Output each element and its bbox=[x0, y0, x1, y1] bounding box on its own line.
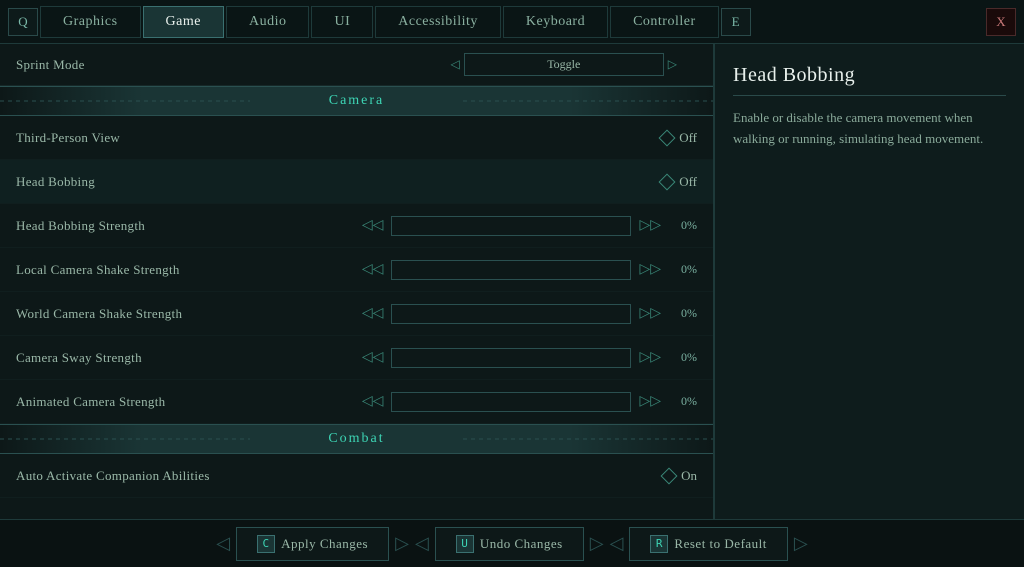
slider-fill-2 bbox=[392, 261, 630, 279]
reset-to-default-button[interactable]: R Reset to Default bbox=[629, 527, 787, 561]
slider-right-arrow-3[interactable]: ▷▷ bbox=[635, 305, 665, 322]
undo-label: Undo Changes bbox=[480, 536, 563, 552]
head-bobbing-strength-label: Head Bobbing Strength bbox=[16, 218, 236, 234]
camera-section-header: Camera bbox=[0, 86, 713, 116]
slider-left-arrow-3[interactable]: ◁◁ bbox=[358, 305, 388, 322]
sprint-mode-label: Sprint Mode bbox=[16, 57, 236, 73]
slider-fill bbox=[392, 217, 630, 235]
local-camera-shake-slider[interactable]: ◁◁ ▷▷ 0% bbox=[358, 260, 697, 280]
tab-audio[interactable]: Audio bbox=[226, 6, 310, 38]
world-camera-shake-row: World Camera Shake Strength ◁◁ ▷▷ 0% bbox=[0, 292, 713, 336]
world-camera-shake-slider[interactable]: ◁◁ ▷▷ 0% bbox=[358, 304, 697, 324]
animated-camera-value: 0% bbox=[669, 394, 697, 409]
sprint-mode-row: Sprint Mode ◁ Toggle ▷ bbox=[0, 44, 713, 86]
sprint-mode-control[interactable]: ◁ Toggle ▷ bbox=[451, 53, 677, 76]
sprint-mode-value: Toggle bbox=[464, 53, 664, 76]
reset-label: Reset to Default bbox=[674, 536, 766, 552]
third-person-view-value: Off bbox=[679, 130, 697, 146]
animated-camera-row: Animated Camera Strength ◁◁ ▷▷ 0% bbox=[0, 380, 713, 424]
third-person-view-label: Third-Person View bbox=[16, 130, 236, 146]
nav-corner-left[interactable]: Q bbox=[8, 8, 38, 36]
diamond-icon bbox=[659, 129, 676, 146]
nav-corner-right[interactable]: E bbox=[721, 8, 751, 36]
sep-right-1: ▷ bbox=[395, 533, 409, 554]
apply-key: C bbox=[257, 535, 275, 553]
animated-camera-label: Animated Camera Strength bbox=[16, 394, 236, 410]
sep-right-3: ▷ bbox=[794, 533, 808, 554]
slider-left-arrow-4[interactable]: ◁◁ bbox=[358, 349, 388, 366]
local-camera-shake-row: Local Camera Shake Strength ◁◁ ▷▷ 0% bbox=[0, 248, 713, 292]
slider-left-arrow-5[interactable]: ◁◁ bbox=[358, 393, 388, 410]
diamond-icon-3 bbox=[661, 467, 678, 484]
tab-ui[interactable]: UI bbox=[311, 6, 373, 38]
auto-companion-label: Auto Activate Companion Abilities bbox=[16, 468, 236, 484]
head-bobbing-row[interactable]: Head Bobbing Off bbox=[0, 160, 713, 204]
sprint-arrow-right[interactable]: ▷ bbox=[668, 57, 677, 72]
main-layout: Sprint Mode ◁ Toggle ▷ Camera Third-Pers… bbox=[0, 44, 1024, 519]
apply-changes-button[interactable]: C Apply Changes bbox=[236, 527, 389, 561]
head-bobbing-value: Off bbox=[679, 174, 697, 190]
tab-controller[interactable]: Controller bbox=[610, 6, 719, 38]
local-camera-shake-value: 0% bbox=[669, 262, 697, 277]
tab-graphics[interactable]: Graphics bbox=[40, 6, 141, 38]
auto-companion-toggle[interactable]: On bbox=[663, 468, 697, 484]
undo-key: U bbox=[456, 535, 474, 553]
tab-keyboard[interactable]: Keyboard bbox=[503, 6, 608, 38]
slider-track-2[interactable] bbox=[391, 260, 631, 280]
camera-sway-value: 0% bbox=[669, 350, 697, 365]
auto-companion-value: On bbox=[681, 468, 697, 484]
combat-section-header: Combat bbox=[0, 424, 713, 454]
slider-track-5[interactable] bbox=[391, 392, 631, 412]
slider-track-3[interactable] bbox=[391, 304, 631, 324]
slider-right-arrow-4[interactable]: ▷▷ bbox=[635, 349, 665, 366]
slider-fill-4 bbox=[392, 349, 630, 367]
third-person-view-row[interactable]: Third-Person View Off bbox=[0, 116, 713, 160]
head-bobbing-strength-row: Head Bobbing Strength ◁◁ ▷▷ 0% bbox=[0, 204, 713, 248]
settings-panel: Sprint Mode ◁ Toggle ▷ Camera Third-Pers… bbox=[0, 44, 714, 519]
sep-right-2: ▷ bbox=[590, 533, 604, 554]
head-bobbing-strength-value: 0% bbox=[669, 218, 697, 233]
bottom-bar: ◁ C Apply Changes ▷ ◁ U Undo Changes ▷ ◁… bbox=[0, 519, 1024, 567]
apply-label: Apply Changes bbox=[281, 536, 368, 552]
world-camera-shake-value: 0% bbox=[669, 306, 697, 321]
camera-sway-label: Camera Sway Strength bbox=[16, 350, 236, 366]
reset-key: R bbox=[650, 535, 668, 553]
slider-left-arrow[interactable]: ◁◁ bbox=[358, 217, 388, 234]
animated-camera-slider[interactable]: ◁◁ ▷▷ 0% bbox=[358, 392, 697, 412]
slider-fill-3 bbox=[392, 305, 630, 323]
slider-right-arrow-5[interactable]: ▷▷ bbox=[635, 393, 665, 410]
world-camera-shake-label: World Camera Shake Strength bbox=[16, 306, 236, 322]
slider-fill-5 bbox=[392, 393, 630, 411]
top-navigation: Q Graphics Game Audio UI Accessibility K… bbox=[0, 0, 1024, 44]
slider-right-arrow-2[interactable]: ▷▷ bbox=[635, 261, 665, 278]
tab-game[interactable]: Game bbox=[143, 6, 224, 38]
tab-accessibility[interactable]: Accessibility bbox=[375, 6, 501, 38]
info-panel: Head Bobbing Enable or disable the camer… bbox=[714, 44, 1024, 519]
slider-right-arrow[interactable]: ▷▷ bbox=[635, 217, 665, 234]
head-bobbing-toggle[interactable]: Off bbox=[661, 174, 697, 190]
third-person-view-toggle[interactable]: Off bbox=[661, 130, 697, 146]
close-button[interactable]: X bbox=[986, 8, 1016, 36]
auto-companion-row[interactable]: Auto Activate Companion Abilities On bbox=[0, 454, 713, 498]
slider-track[interactable] bbox=[391, 216, 631, 236]
sep-left-2: ◁ bbox=[415, 533, 429, 554]
diamond-icon-2 bbox=[659, 173, 676, 190]
camera-sway-row: Camera Sway Strength ◁◁ ▷▷ 0% bbox=[0, 336, 713, 380]
sep-left-1: ◁ bbox=[216, 533, 230, 554]
head-bobbing-label: Head Bobbing bbox=[16, 174, 236, 190]
camera-sway-slider[interactable]: ◁◁ ▷▷ 0% bbox=[358, 348, 697, 368]
info-description: Enable or disable the camera movement wh… bbox=[733, 108, 1006, 150]
head-bobbing-strength-slider[interactable]: ◁◁ ▷▷ 0% bbox=[358, 216, 697, 236]
slider-left-arrow-2[interactable]: ◁◁ bbox=[358, 261, 388, 278]
slider-track-4[interactable] bbox=[391, 348, 631, 368]
sprint-arrow-left[interactable]: ◁ bbox=[451, 57, 460, 72]
info-title: Head Bobbing bbox=[733, 64, 1006, 96]
sep-left-3: ◁ bbox=[610, 533, 624, 554]
undo-changes-button[interactable]: U Undo Changes bbox=[435, 527, 584, 561]
local-camera-shake-label: Local Camera Shake Strength bbox=[16, 262, 236, 278]
